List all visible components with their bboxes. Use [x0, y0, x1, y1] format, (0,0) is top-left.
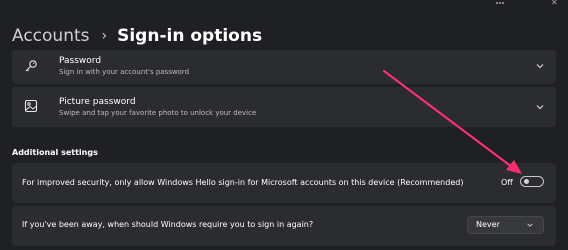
breadcrumb: Accounts › Sign-in options [12, 24, 262, 48]
require-signin-dropdown[interactable]: Never [467, 216, 544, 234]
picture-password-title: Picture password [59, 97, 136, 107]
toggle-knob [524, 179, 529, 184]
picture-icon [24, 99, 38, 113]
windows-hello-only-label: For improved security, only allow Window… [22, 178, 464, 187]
additional-settings-heading: Additional settings [12, 148, 98, 157]
chevron-down-icon [527, 223, 533, 227]
password-title: Password [59, 56, 102, 66]
toggle-state-label: Off [501, 178, 513, 187]
breadcrumb-separator-icon: › [101, 28, 108, 44]
windows-hello-only-toggle[interactable] [520, 176, 544, 187]
more-options-icon[interactable] [496, 2, 504, 5]
password-option[interactable]: Password Sign in with your account's pas… [12, 50, 556, 84]
require-signin-label: If you've been away, when should Windows… [22, 220, 314, 229]
picture-password-option[interactable]: Picture password Swipe and tap your favo… [12, 87, 556, 127]
password-subtitle: Sign in with your account's password [59, 68, 190, 76]
key-icon [25, 60, 37, 72]
close-icon[interactable]: ✕ [551, 0, 561, 7]
page-title: Sign-in options [117, 26, 263, 46]
chevron-down-icon[interactable] [535, 61, 545, 71]
require-signin-value: Never [476, 220, 500, 229]
chevron-down-icon[interactable] [535, 102, 545, 112]
picture-password-subtitle: Swipe and tap your favorite photo to unl… [59, 109, 257, 117]
breadcrumb-accounts[interactable]: Accounts [12, 26, 90, 46]
